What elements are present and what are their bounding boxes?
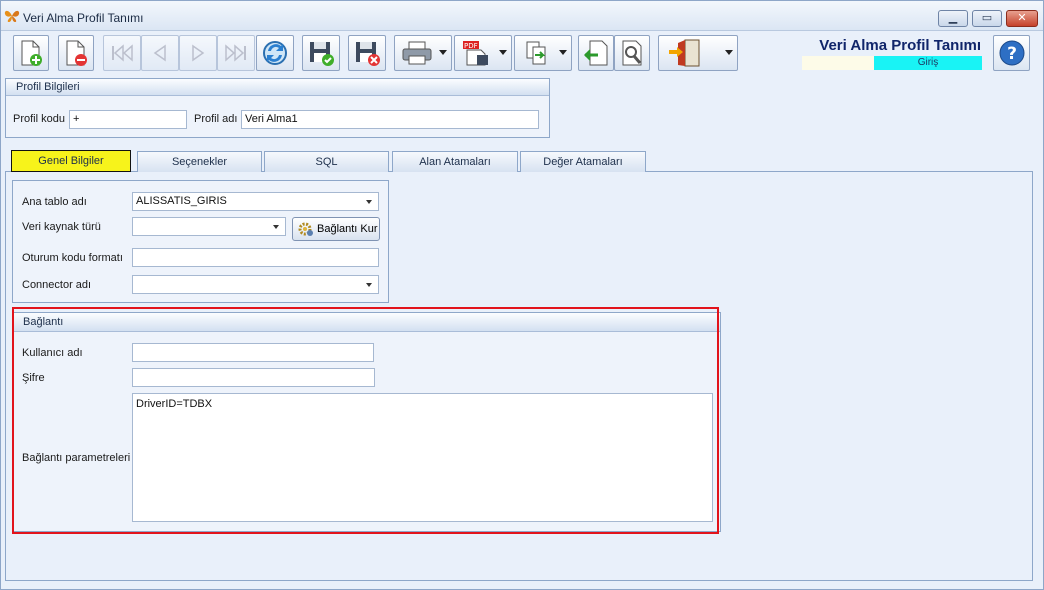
save-icon (310, 42, 334, 66)
previous-record-button[interactable] (141, 35, 179, 71)
save-button[interactable] (302, 35, 340, 71)
connector-dropdown-arrow[interactable] (366, 283, 372, 287)
main-table-value: ALISSATIS_GIRIS (136, 195, 227, 207)
profile-code-input[interactable]: + (69, 110, 187, 129)
next-record-icon (192, 44, 205, 62)
main-window: Veri Alma Profil Tanımı ▁ ▭ ✕ PDF Veri A… (0, 0, 1044, 590)
connector-combo[interactable] (132, 275, 379, 294)
maximize-button[interactable]: ▭ (972, 10, 1002, 27)
title-bar: Veri Alma Profil Tanımı ▁ ▭ ✕ (1, 1, 1043, 31)
form-title: Veri Alma Profil Tanımı (819, 37, 981, 54)
help-button[interactable]: ? (993, 35, 1030, 71)
refresh-icon (263, 41, 287, 65)
tab-value-mappings[interactable]: Değer Atamaları (520, 151, 646, 172)
password-label: Şifre (22, 372, 45, 384)
main-table-dropdown-arrow[interactable] (366, 200, 372, 204)
import-button[interactable] (578, 35, 614, 71)
source-type-combo[interactable] (132, 217, 286, 236)
exit-button[interactable] (658, 35, 738, 71)
minimize-button[interactable]: ▁ (938, 10, 968, 27)
delete-document-icon (66, 40, 87, 66)
connection-params-label: Bağlantı parametreleri (22, 452, 131, 464)
refresh-button[interactable] (256, 35, 294, 71)
profile-group: Profil Bilgileri (5, 78, 550, 138)
connection-group-header: Bağlantı (13, 313, 720, 332)
first-record-icon (112, 44, 133, 62)
export-pdf-icon: PDF (463, 41, 488, 66)
export-pdf-dropdown-arrow (499, 50, 507, 55)
main-table-label: Ana tablo adı (22, 196, 87, 208)
username-input[interactable] (132, 343, 374, 362)
close-icon: ✕ (1017, 12, 1027, 24)
delete-button[interactable] (58, 35, 94, 71)
password-input[interactable] (132, 368, 375, 387)
next-record-button[interactable] (179, 35, 217, 71)
gear-icon (298, 222, 313, 236)
connect-button-label: Bağlantı Kur (317, 223, 378, 235)
tab-sql[interactable]: SQL (264, 151, 389, 172)
session-format-label: Oturum kodu formatı (22, 252, 123, 264)
tab-options[interactable]: Seçenekler (137, 151, 262, 172)
import-icon (584, 40, 608, 66)
last-record-icon (225, 44, 246, 62)
butterfly-icon (4, 10, 20, 22)
new-document-icon (21, 40, 42, 66)
profile-name-input[interactable]: Veri Alma1 (241, 110, 539, 129)
first-record-button[interactable] (103, 35, 141, 71)
mode-badge: Giriş (874, 56, 982, 70)
svg-text:PDF: PDF (464, 42, 478, 50)
last-record-button[interactable] (217, 35, 255, 71)
new-button[interactable] (13, 35, 49, 71)
copy-dropdown-arrow (559, 50, 567, 55)
exit-dropdown-arrow (725, 50, 733, 55)
maximize-icon: ▭ (981, 12, 993, 24)
connect-button[interactable]: Bağlantı Kur (292, 217, 380, 241)
export-pdf-button[interactable]: PDF (454, 35, 512, 71)
profile-group-header: Profil Bilgileri (6, 79, 549, 96)
save-close-icon (356, 42, 380, 66)
tab-general[interactable]: Genel Bilgiler (11, 150, 131, 172)
session-format-input[interactable] (132, 248, 379, 267)
save-close-button[interactable] (348, 35, 386, 71)
copy-icon (526, 41, 546, 65)
print-button[interactable] (394, 35, 452, 71)
tools-icon (622, 40, 642, 66)
print-icon (402, 41, 432, 65)
close-button[interactable]: ✕ (1006, 10, 1038, 27)
window-title: Veri Alma Profil Tanımı (23, 11, 144, 25)
minimize-icon: ▁ (948, 12, 958, 24)
username-label: Kullanıcı adı (22, 347, 83, 359)
copy-button[interactable] (514, 35, 572, 71)
connection-params-textarea[interactable]: DriverID=TDBX (132, 393, 713, 522)
exit-icon (669, 39, 700, 67)
profile-name-label: Profil adı (194, 113, 238, 125)
connector-label: Connector adı (22, 279, 92, 291)
print-dropdown-arrow (439, 50, 447, 55)
main-table-combo[interactable]: ALISSATIS_GIRIS (132, 192, 379, 211)
profile-code-label: Profil kodu (13, 113, 65, 125)
previous-record-icon (153, 44, 166, 62)
svg-text:?: ? (1007, 44, 1017, 64)
help-icon: ? (999, 40, 1024, 66)
tab-field-mappings[interactable]: Alan Atamaları (392, 151, 518, 172)
source-type-dropdown-arrow[interactable] (273, 225, 279, 229)
source-type-label: Veri kaynak türü (22, 221, 101, 233)
tools-button[interactable] (614, 35, 650, 71)
